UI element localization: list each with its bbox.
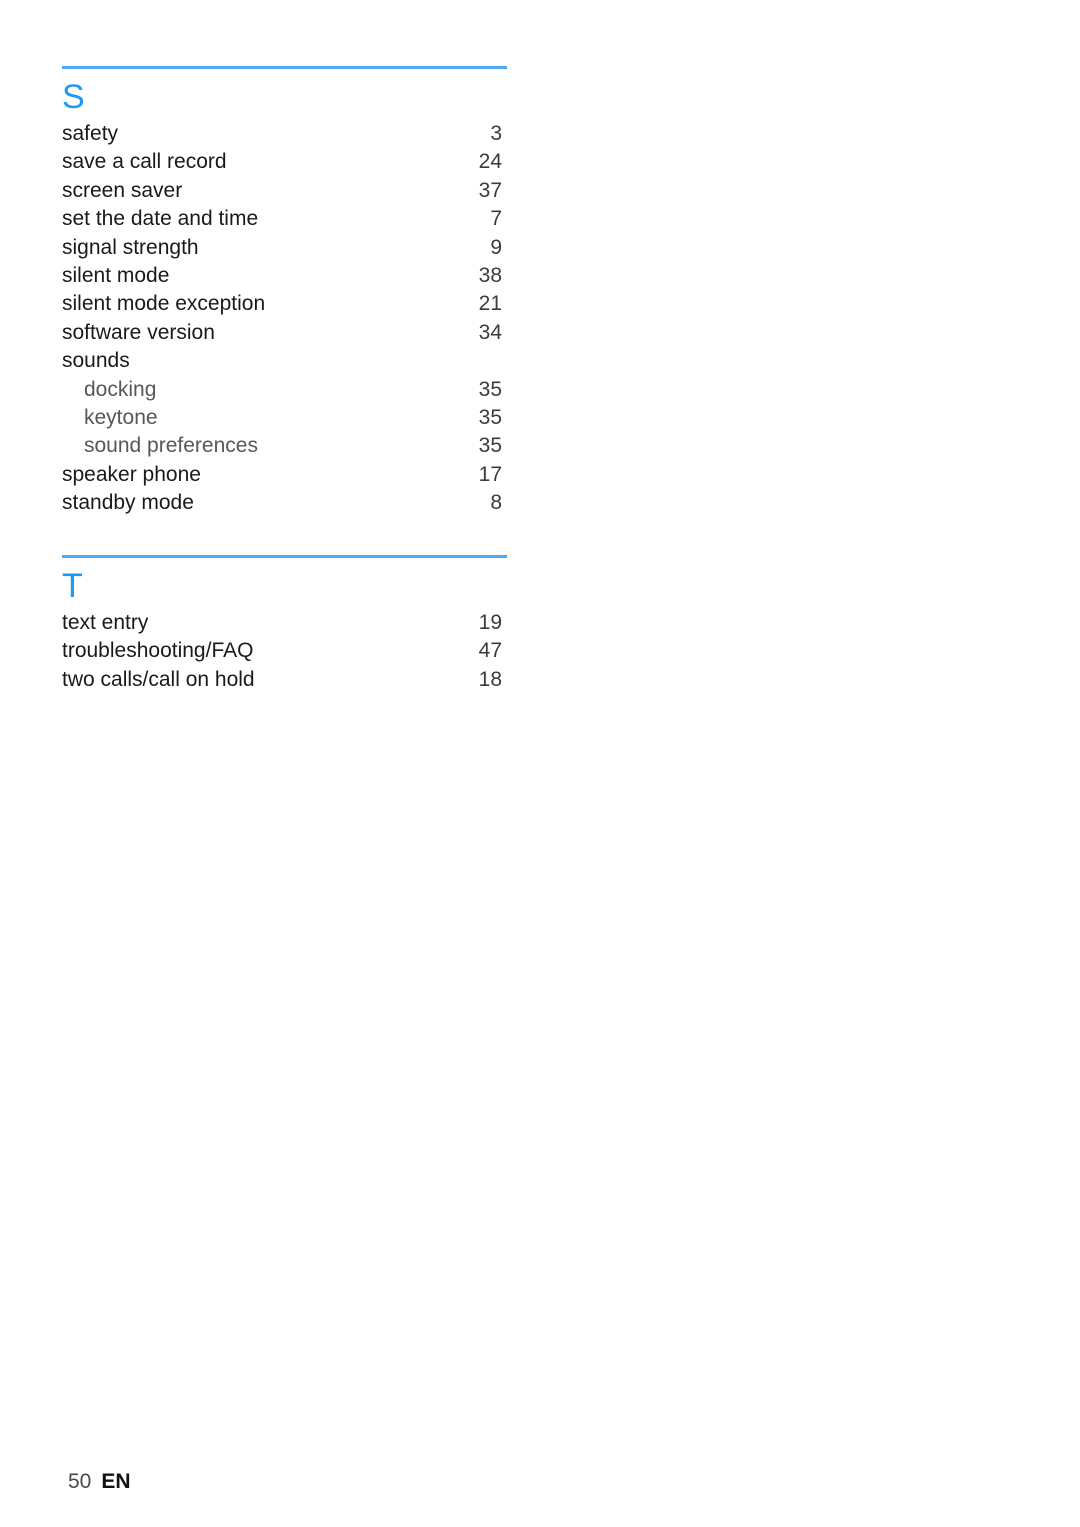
- index-entry-label: docking: [84, 377, 157, 401]
- index-entry[interactable]: save a call record 24: [62, 148, 507, 176]
- index-entry[interactable]: silent mode exception 21: [62, 290, 507, 318]
- index-entry-page-number: 9: [490, 235, 502, 259]
- index-entry-page-number: 7: [490, 207, 502, 231]
- index-subentry[interactable]: keytone 35: [62, 404, 507, 432]
- index-entry[interactable]: two calls/call on hold 18: [62, 666, 507, 694]
- index-page: Ssafety 3 save a call record 24 screen saver…: [0, 0, 1080, 1527]
- index-entry[interactable]: troubleshooting/FAQ 47: [62, 637, 507, 665]
- index-entry-list: text entry 19 troubleshooting/FAQ 47 two cal…: [62, 609, 507, 694]
- index-entry-label: safety: [62, 122, 119, 145]
- index-entry-page-number: 3: [490, 122, 502, 145]
- index-entry-page-number: 21: [478, 292, 502, 316]
- index-entry-label: silent mode exception: [62, 292, 266, 316]
- index-entry[interactable]: speaker phone 17: [62, 461, 507, 489]
- index-entry-page-number: 37: [478, 178, 502, 202]
- index-entry-label: set the date and time: [62, 207, 259, 231]
- index-entry-label: sounds: [62, 349, 130, 373]
- index-subentry[interactable]: docking 35: [62, 376, 507, 404]
- index-entry-page-number: 34: [478, 320, 502, 344]
- index-entry-page-number: 18: [478, 667, 502, 691]
- index-entry-page-number: 19: [478, 610, 502, 634]
- footer-page-number: 50: [68, 1470, 92, 1493]
- index-entry-page-number: 38: [478, 264, 502, 288]
- index-subentry[interactable]: sound preferences 35: [62, 432, 507, 460]
- section-letter-heading: T: [62, 566, 83, 605]
- index-entry-list: safety 3 save a call record 24 screen saver 3…: [62, 120, 507, 518]
- index-section: Ttext entry 19 troubleshooting/FAQ 47 two ca…: [62, 554, 507, 694]
- footer-language-code: EN: [101, 1470, 131, 1493]
- index-entry[interactable]: software version 34: [62, 319, 507, 347]
- index-entry-label: silent mode: [62, 264, 170, 288]
- index-entry[interactable]: screen saver 37: [62, 177, 507, 205]
- index-entry-label: keytone: [84, 406, 158, 430]
- index-entry-page-number: 35: [478, 406, 502, 430]
- index-entry-label: signal strength: [62, 235, 199, 259]
- index-entry-page-number: 17: [478, 462, 502, 486]
- index-entry[interactable]: text entry 19: [62, 609, 507, 637]
- index-section: Ssafety 3 save a call record 24 screen saver…: [62, 66, 507, 518]
- index-entry-page-number: 24: [478, 150, 502, 174]
- index-entry-label: troubleshooting/FAQ: [62, 639, 254, 663]
- index-entry[interactable]: safety 3: [62, 120, 507, 148]
- index-entry[interactable]: silent mode 38: [62, 262, 507, 290]
- index-entry-page-number: 35: [478, 434, 502, 458]
- index-entry-label: sound preferences: [84, 434, 258, 458]
- index-entry-label: text entry: [62, 610, 149, 634]
- index-entry[interactable]: sounds: [62, 347, 507, 375]
- index-entry-page-number: 8: [490, 491, 502, 515]
- index-entry-label: two calls/call on hold: [62, 667, 255, 691]
- page-footer: 50 EN: [68, 1470, 131, 1494]
- index-entry[interactable]: signal strength 9: [62, 234, 507, 262]
- section-letter-heading: S: [62, 78, 85, 116]
- index-entry-page-number: 35: [478, 377, 502, 401]
- index-column: Ssafety 3 save a call record 24 screen saver…: [62, 66, 507, 694]
- index-entry-label: save a call record: [62, 150, 227, 174]
- index-entry-page-number: 47: [478, 639, 502, 663]
- index-entry-label: speaker phone: [62, 462, 201, 486]
- index-entry-label: software version: [62, 320, 215, 344]
- index-entry-label: standby mode: [62, 491, 194, 515]
- index-entry[interactable]: set the date and time 7: [62, 205, 507, 233]
- index-entry[interactable]: standby mode 8: [62, 489, 507, 517]
- index-entry-label: screen saver: [62, 178, 183, 202]
